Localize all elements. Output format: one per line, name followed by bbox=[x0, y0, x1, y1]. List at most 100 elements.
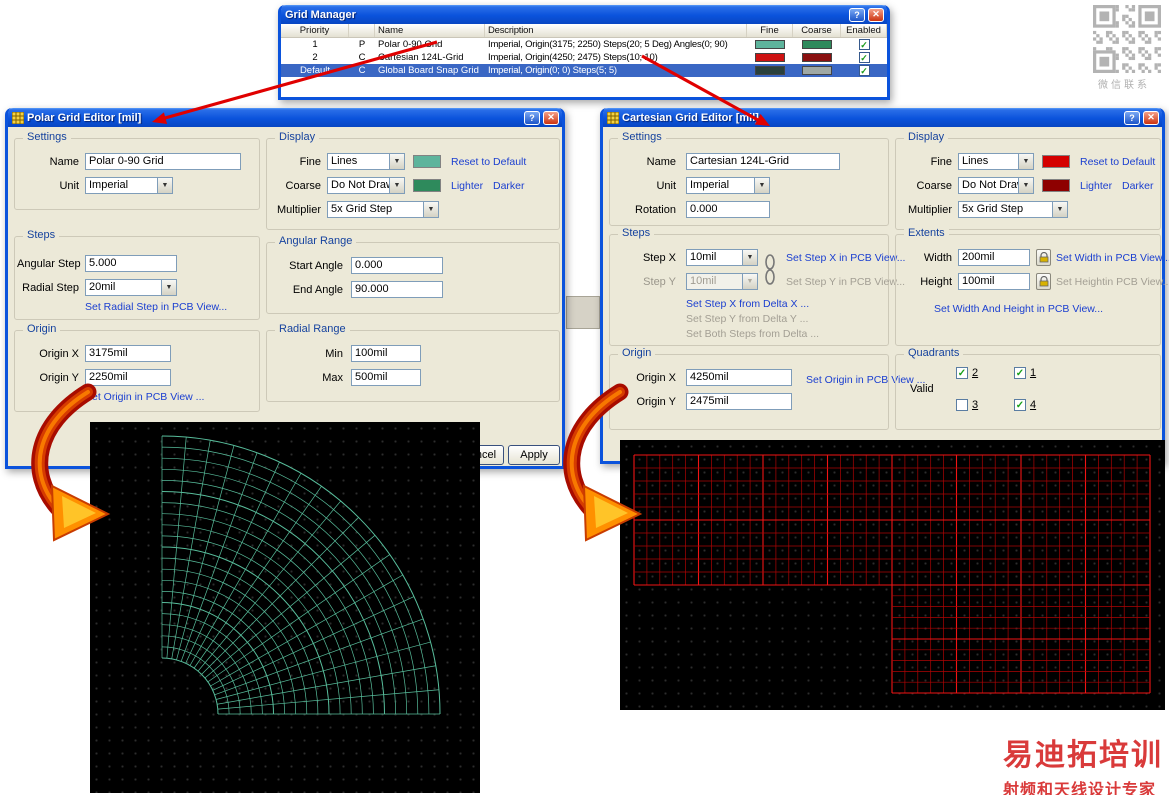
lock-icon[interactable] bbox=[1036, 249, 1051, 266]
dropdown-arrow-icon[interactable]: ▼ bbox=[742, 250, 757, 265]
help-button[interactable]: ? bbox=[1124, 111, 1140, 125]
close-button[interactable]: ✕ bbox=[1143, 111, 1159, 125]
cell-coarse-color bbox=[793, 64, 841, 77]
table-row[interactable]: 2 C Cartesian 124L-Grid Imperial, Origin… bbox=[281, 51, 887, 64]
help-button[interactable]: ? bbox=[524, 111, 540, 125]
unit-dropdown[interactable]: Imperial ▼ bbox=[686, 177, 770, 194]
coarse-color-swatch[interactable] bbox=[1042, 179, 1070, 192]
quadrant-2-checkbox[interactable]: ✓ bbox=[956, 367, 968, 379]
dropdown-arrow-icon[interactable]: ▼ bbox=[389, 154, 404, 169]
lock-icon[interactable] bbox=[1036, 273, 1051, 290]
set-width-link[interactable]: Set Width in PCB View... bbox=[1056, 252, 1169, 264]
min-input[interactable]: 100mil bbox=[351, 345, 421, 362]
background-window-fragment bbox=[566, 296, 600, 329]
lighter-link[interactable]: Lighter bbox=[1080, 180, 1112, 192]
cell-name: Cartesian 124L-Grid bbox=[375, 51, 485, 64]
origin-y-input[interactable]: 2250mil bbox=[85, 369, 171, 386]
fine-color-swatch bbox=[755, 53, 785, 62]
table-row-selected[interactable]: Default C Global Board Snap Grid Imperia… bbox=[281, 64, 887, 77]
step-y-value: 10mil bbox=[687, 274, 742, 289]
unit-value: Imperial bbox=[687, 178, 754, 193]
origin-x-input[interactable]: 3175mil bbox=[85, 345, 171, 362]
dropdown-arrow-icon[interactable]: ▼ bbox=[1052, 202, 1067, 217]
darker-link[interactable]: Darker bbox=[493, 180, 525, 192]
cartesian-editor-titlebar[interactable]: Cartesian Grid Editor [mil] ? ✕ bbox=[603, 108, 1162, 127]
lighter-link[interactable]: Lighter bbox=[451, 180, 483, 192]
fine-color-swatch[interactable] bbox=[413, 155, 441, 168]
grid-manager-titlebar[interactable]: Grid Manager ? ✕ bbox=[281, 5, 887, 24]
unit-dropdown[interactable]: Imperial ▼ bbox=[85, 177, 173, 194]
multiplier-dropdown[interactable]: 5x Grid Step ▼ bbox=[958, 201, 1068, 218]
origin-y-input[interactable]: 2475mil bbox=[686, 393, 792, 410]
name-input[interactable]: Cartesian 124L-Grid bbox=[686, 153, 840, 170]
steps-group: Steps Step X 10mil ▼ Set Step X in PCB V… bbox=[609, 234, 889, 346]
table-row[interactable]: 1 P Polar 0-90 Grid Imperial, Origin(317… bbox=[281, 38, 887, 51]
dropdown-arrow-icon[interactable]: ▼ bbox=[389, 178, 404, 193]
coarse-color-swatch[interactable] bbox=[413, 179, 441, 192]
name-input[interactable]: Polar 0-90 Grid bbox=[85, 153, 241, 170]
set-step-x-from-delta-link[interactable]: Set Step X from Delta X ... bbox=[686, 298, 809, 310]
column-header-type[interactable] bbox=[349, 24, 375, 37]
column-header-enabled[interactable]: Enabled bbox=[841, 24, 887, 37]
dropdown-arrow-icon[interactable]: ▼ bbox=[1018, 178, 1033, 193]
start-angle-input[interactable]: 0.000 bbox=[351, 257, 443, 274]
origin-y-label: Origin Y bbox=[17, 372, 79, 384]
reset-to-default-link[interactable]: Reset to Default bbox=[1080, 156, 1155, 168]
darker-link[interactable]: Darker bbox=[1122, 180, 1154, 192]
column-header-coarse[interactable]: Coarse bbox=[793, 24, 841, 37]
column-header-description[interactable]: Description bbox=[485, 24, 747, 37]
settings-group: Settings Name Cartesian 124L-Grid Unit I… bbox=[609, 138, 889, 226]
group-label: Settings bbox=[618, 131, 666, 143]
quadrant-3-checkbox[interactable] bbox=[956, 399, 968, 411]
dropdown-arrow-icon[interactable]: ▼ bbox=[157, 178, 172, 193]
step-y-dropdown: 10mil ▼ bbox=[686, 273, 758, 290]
angular-step-label: Angular Step bbox=[17, 258, 79, 270]
dropdown-arrow-icon: ▼ bbox=[742, 274, 757, 289]
height-input[interactable]: 100mil bbox=[958, 273, 1030, 290]
enabled-checkbox[interactable]: ✓ bbox=[859, 39, 870, 50]
apply-button[interactable]: Apply bbox=[508, 445, 560, 465]
settings-group: Settings Name Polar 0-90 Grid Unit Imper… bbox=[14, 138, 260, 210]
end-angle-input[interactable]: 90.000 bbox=[351, 281, 443, 298]
quadrant-4-checkbox[interactable]: ✓ bbox=[1014, 399, 1026, 411]
column-header-priority[interactable]: Priority bbox=[281, 24, 349, 37]
set-step-y-from-delta-link: Set Step Y from Delta Y ... bbox=[686, 313, 808, 325]
origin-x-label: Origin X bbox=[17, 348, 79, 360]
max-input[interactable]: 500mil bbox=[351, 369, 421, 386]
close-button[interactable]: ✕ bbox=[543, 111, 559, 125]
coarse-draw-dropdown[interactable]: Do Not Draw ▼ bbox=[958, 177, 1034, 194]
quadrant-1-checkbox[interactable]: ✓ bbox=[1014, 367, 1026, 379]
dropdown-arrow-icon[interactable]: ▼ bbox=[754, 178, 769, 193]
step-x-dropdown[interactable]: 10mil ▼ bbox=[686, 249, 758, 266]
fine-color-swatch[interactable] bbox=[1042, 155, 1070, 168]
angular-step-input[interactable]: 5.000 bbox=[85, 255, 177, 272]
enabled-checkbox[interactable]: ✓ bbox=[859, 65, 870, 76]
fine-draw-dropdown[interactable]: Lines ▼ bbox=[327, 153, 405, 170]
fine-draw-dropdown[interactable]: Lines ▼ bbox=[958, 153, 1034, 170]
chain-link-icon[interactable] bbox=[764, 250, 776, 295]
rotation-input[interactable]: 0.000 bbox=[686, 201, 770, 218]
width-input[interactable]: 200mil bbox=[958, 249, 1030, 266]
set-origin-link[interactable]: Set Origin in PCB View ... bbox=[85, 391, 204, 403]
set-width-and-height-link[interactable]: Set Width And Height in PCB View... bbox=[934, 303, 1103, 315]
enabled-checkbox[interactable]: ✓ bbox=[859, 52, 870, 63]
help-button[interactable]: ? bbox=[849, 8, 865, 22]
cell-type: C bbox=[349, 51, 375, 64]
origin-x-input[interactable]: 4250mil bbox=[686, 369, 792, 386]
display-group: Display Fine Lines ▼ Reset to Default Co… bbox=[895, 138, 1161, 230]
column-header-fine[interactable]: Fine bbox=[747, 24, 793, 37]
column-header-name[interactable]: Name bbox=[375, 24, 485, 37]
polar-editor-titlebar[interactable]: Polar Grid Editor [mil] ? ✕ bbox=[8, 108, 562, 127]
close-button[interactable]: ✕ bbox=[868, 8, 884, 22]
dropdown-arrow-icon[interactable]: ▼ bbox=[161, 280, 176, 295]
coarse-draw-dropdown[interactable]: Do Not Draw ▼ bbox=[327, 177, 405, 194]
set-step-x-link[interactable]: Set Step X in PCB View... bbox=[786, 252, 905, 264]
grid-manager-window: Grid Manager ? ✕ Priority Name Descripti… bbox=[278, 5, 890, 100]
multiplier-dropdown[interactable]: 5x Grid Step ▼ bbox=[327, 201, 439, 218]
set-radial-step-link[interactable]: Set Radial Step in PCB View... bbox=[85, 301, 227, 313]
reset-to-default-link[interactable]: Reset to Default bbox=[451, 156, 526, 168]
fine-draw-value: Lines bbox=[959, 154, 1018, 169]
dropdown-arrow-icon[interactable]: ▼ bbox=[1018, 154, 1033, 169]
dropdown-arrow-icon[interactable]: ▼ bbox=[423, 202, 438, 217]
radial-step-dropdown[interactable]: 20mil ▼ bbox=[85, 279, 177, 296]
